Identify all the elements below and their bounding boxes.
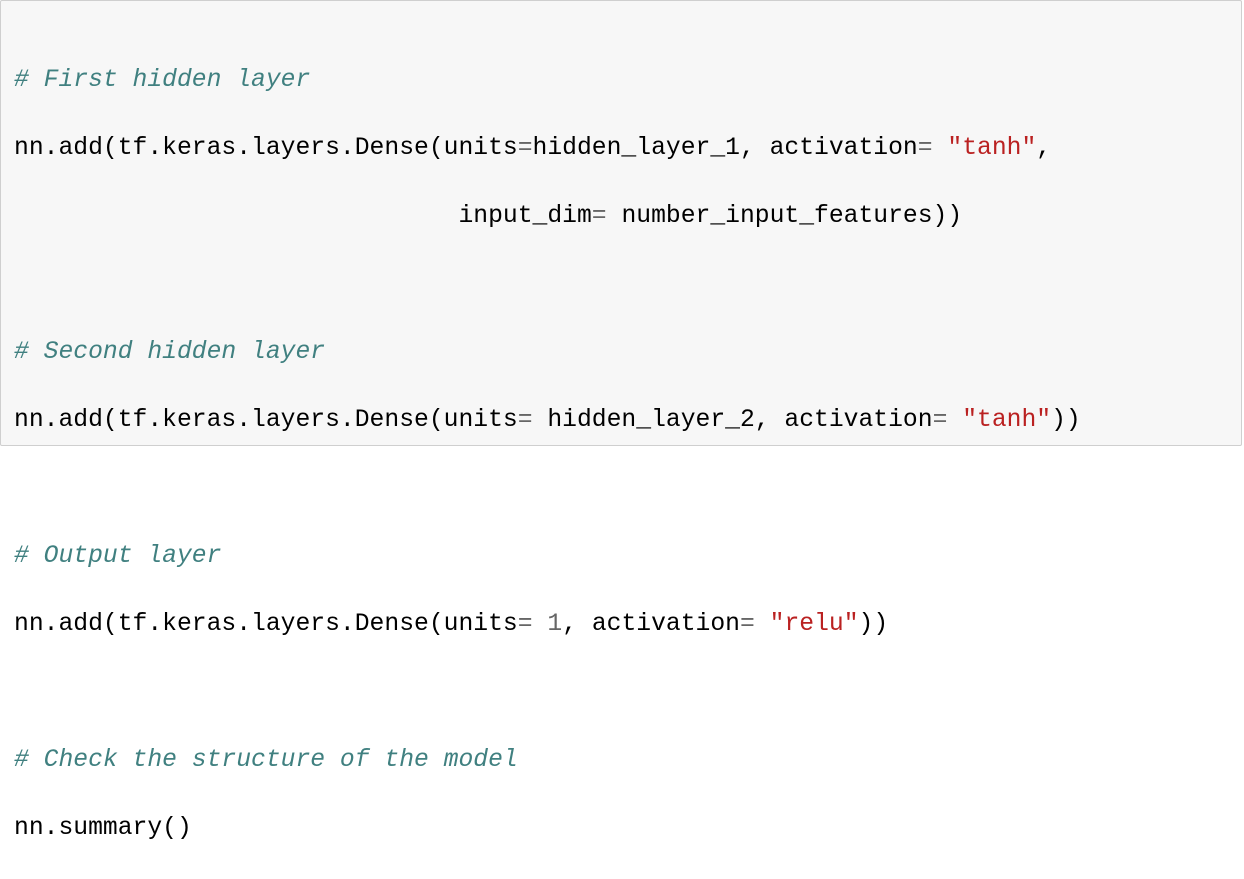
operator-equals: = bbox=[917, 134, 933, 162]
code-token: , bbox=[1036, 134, 1052, 162]
code-token: )) bbox=[1051, 406, 1081, 434]
code-token: nn.add(tf.keras.layers.Dense(units bbox=[14, 406, 518, 434]
code-line-6: nn.add(tf.keras.layers.Dense(units= hidd… bbox=[14, 403, 1081, 437]
operator-equals: = bbox=[739, 610, 755, 638]
comment-output-layer: # Output layer bbox=[14, 542, 222, 570]
comment-second-hidden-layer: # Second hidden layer bbox=[14, 338, 326, 366]
code-cell[interactable]: # First hidden layer nn.add(tf.keras.lay… bbox=[0, 0, 1242, 842]
string-literal: "tanh" bbox=[947, 134, 1037, 162]
code-line-8: # Output layer bbox=[14, 539, 1081, 573]
code-line-11: # Check the structure of the model bbox=[14, 743, 1081, 777]
code-line-2: nn.add(tf.keras.layers.Dense(units=hidde… bbox=[14, 131, 1081, 165]
operator-equals: = bbox=[517, 610, 533, 638]
string-literal: "relu" bbox=[769, 610, 859, 638]
code-line-9: nn.add(tf.keras.layers.Dense(units= 1, a… bbox=[14, 607, 1081, 641]
code-block[interactable]: # First hidden layer nn.add(tf.keras.lay… bbox=[14, 29, 1081, 879]
code-token: input_dim bbox=[458, 202, 592, 230]
comment-first-hidden-layer: # First hidden layer bbox=[14, 66, 311, 94]
number-literal: 1 bbox=[532, 610, 563, 638]
code-line-3: input_dim= number_input_features)) bbox=[14, 199, 1081, 233]
code-token: hidden_layer_2, activation bbox=[532, 406, 933, 434]
operator-equals: = bbox=[517, 134, 533, 162]
code-token: number_input_features)) bbox=[606, 202, 963, 230]
code-line-5: # Second hidden layer bbox=[14, 335, 1081, 369]
operator-equals: = bbox=[932, 406, 948, 434]
code-token: hidden_layer_1, activation bbox=[532, 134, 918, 162]
operator-equals: = bbox=[591, 202, 607, 230]
operator-equals: = bbox=[517, 406, 533, 434]
code-token: nn.add(tf.keras.layers.Dense(units bbox=[14, 134, 518, 162]
code-token: nn.summary() bbox=[14, 814, 192, 842]
code-token: )) bbox=[858, 610, 889, 638]
code-token: , activation bbox=[562, 610, 740, 638]
code-token: nn.add(tf.keras.layers.Dense(units bbox=[14, 610, 518, 638]
code-line-12: nn.summary() bbox=[14, 811, 1081, 845]
code-line-1: # First hidden layer bbox=[14, 63, 1081, 97]
string-literal: "tanh" bbox=[962, 406, 1052, 434]
comment-check-structure: # Check the structure of the model bbox=[14, 746, 518, 774]
